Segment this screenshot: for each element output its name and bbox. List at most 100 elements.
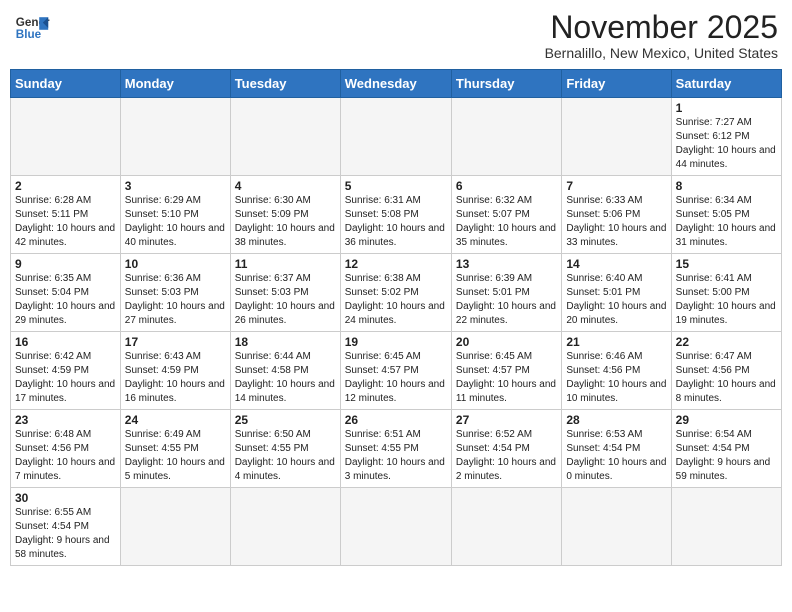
calendar-cell: 22Sunrise: 6:47 AM Sunset: 4:56 PM Dayli…	[671, 332, 781, 410]
calendar-cell: 14Sunrise: 6:40 AM Sunset: 5:01 PM Dayli…	[562, 254, 671, 332]
day-number: 22	[676, 335, 777, 349]
calendar-cell	[340, 98, 451, 176]
calendar-cell: 13Sunrise: 6:39 AM Sunset: 5:01 PM Dayli…	[451, 254, 561, 332]
calendar-cell: 28Sunrise: 6:53 AM Sunset: 4:54 PM Dayli…	[562, 410, 671, 488]
day-number: 9	[15, 257, 116, 271]
day-number: 19	[345, 335, 447, 349]
day-info: Sunrise: 6:45 AM Sunset: 4:57 PM Dayligh…	[345, 350, 447, 406]
calendar-cell	[451, 98, 561, 176]
day-number: 27	[456, 413, 557, 427]
calendar-week-0: 1Sunrise: 7:27 AM Sunset: 6:12 PM Daylig…	[11, 98, 782, 176]
calendar-cell: 30Sunrise: 6:55 AM Sunset: 4:54 PM Dayli…	[11, 488, 121, 566]
day-number: 21	[566, 335, 666, 349]
calendar-cell	[562, 488, 671, 566]
calendar-cell: 4Sunrise: 6:30 AM Sunset: 5:09 PM Daylig…	[230, 176, 340, 254]
calendar-week-1: 2Sunrise: 6:28 AM Sunset: 5:11 PM Daylig…	[11, 176, 782, 254]
day-info: Sunrise: 6:53 AM Sunset: 4:54 PM Dayligh…	[566, 428, 666, 484]
col-header-tuesday: Tuesday	[230, 70, 340, 98]
col-header-friday: Friday	[562, 70, 671, 98]
day-info: Sunrise: 6:42 AM Sunset: 4:59 PM Dayligh…	[15, 350, 116, 406]
calendar-cell: 20Sunrise: 6:45 AM Sunset: 4:57 PM Dayli…	[451, 332, 561, 410]
logo-icon: General Blue	[14, 10, 50, 46]
day-number: 13	[456, 257, 557, 271]
day-number: 18	[235, 335, 336, 349]
calendar-week-5: 30Sunrise: 6:55 AM Sunset: 4:54 PM Dayli…	[11, 488, 782, 566]
calendar-cell: 26Sunrise: 6:51 AM Sunset: 4:55 PM Dayli…	[340, 410, 451, 488]
calendar-cell	[562, 98, 671, 176]
calendar-week-3: 16Sunrise: 6:42 AM Sunset: 4:59 PM Dayli…	[11, 332, 782, 410]
day-number: 5	[345, 179, 447, 193]
calendar-cell	[120, 98, 230, 176]
day-info: Sunrise: 6:36 AM Sunset: 5:03 PM Dayligh…	[125, 272, 226, 328]
day-number: 24	[125, 413, 226, 427]
calendar-cell: 5Sunrise: 6:31 AM Sunset: 5:08 PM Daylig…	[340, 176, 451, 254]
calendar-cell: 7Sunrise: 6:33 AM Sunset: 5:06 PM Daylig…	[562, 176, 671, 254]
calendar-cell: 6Sunrise: 6:32 AM Sunset: 5:07 PM Daylig…	[451, 176, 561, 254]
day-info: Sunrise: 6:48 AM Sunset: 4:56 PM Dayligh…	[15, 428, 116, 484]
calendar-cell	[230, 98, 340, 176]
calendar-cell: 2Sunrise: 6:28 AM Sunset: 5:11 PM Daylig…	[11, 176, 121, 254]
calendar: SundayMondayTuesdayWednesdayThursdayFrid…	[10, 69, 782, 566]
day-info: Sunrise: 6:47 AM Sunset: 4:56 PM Dayligh…	[676, 350, 777, 406]
header: General Blue November 2025 Bernalillo, N…	[10, 10, 782, 61]
calendar-cell: 21Sunrise: 6:46 AM Sunset: 4:56 PM Dayli…	[562, 332, 671, 410]
day-number: 23	[15, 413, 116, 427]
col-header-sunday: Sunday	[11, 70, 121, 98]
day-info: Sunrise: 6:44 AM Sunset: 4:58 PM Dayligh…	[235, 350, 336, 406]
day-info: Sunrise: 6:34 AM Sunset: 5:05 PM Dayligh…	[676, 194, 777, 250]
day-info: Sunrise: 6:41 AM Sunset: 5:00 PM Dayligh…	[676, 272, 777, 328]
calendar-cell: 11Sunrise: 6:37 AM Sunset: 5:03 PM Dayli…	[230, 254, 340, 332]
calendar-week-2: 9Sunrise: 6:35 AM Sunset: 5:04 PM Daylig…	[11, 254, 782, 332]
title-area: November 2025 Bernalillo, New Mexico, Un…	[545, 10, 778, 61]
day-number: 16	[15, 335, 116, 349]
day-info: Sunrise: 6:52 AM Sunset: 4:54 PM Dayligh…	[456, 428, 557, 484]
calendar-cell: 24Sunrise: 6:49 AM Sunset: 4:55 PM Dayli…	[120, 410, 230, 488]
day-number: 17	[125, 335, 226, 349]
svg-text:Blue: Blue	[16, 28, 42, 41]
day-info: Sunrise: 6:54 AM Sunset: 4:54 PM Dayligh…	[676, 428, 777, 484]
day-number: 6	[456, 179, 557, 193]
calendar-cell: 23Sunrise: 6:48 AM Sunset: 4:56 PM Dayli…	[11, 410, 121, 488]
calendar-cell: 18Sunrise: 6:44 AM Sunset: 4:58 PM Dayli…	[230, 332, 340, 410]
day-info: Sunrise: 6:46 AM Sunset: 4:56 PM Dayligh…	[566, 350, 666, 406]
day-info: Sunrise: 6:28 AM Sunset: 5:11 PM Dayligh…	[15, 194, 116, 250]
calendar-cell: 15Sunrise: 6:41 AM Sunset: 5:00 PM Dayli…	[671, 254, 781, 332]
day-number: 7	[566, 179, 666, 193]
day-info: Sunrise: 6:30 AM Sunset: 5:09 PM Dayligh…	[235, 194, 336, 250]
calendar-cell: 25Sunrise: 6:50 AM Sunset: 4:55 PM Dayli…	[230, 410, 340, 488]
calendar-week-4: 23Sunrise: 6:48 AM Sunset: 4:56 PM Dayli…	[11, 410, 782, 488]
day-info: Sunrise: 6:37 AM Sunset: 5:03 PM Dayligh…	[235, 272, 336, 328]
calendar-cell	[230, 488, 340, 566]
day-number: 28	[566, 413, 666, 427]
calendar-cell	[120, 488, 230, 566]
day-info: Sunrise: 6:29 AM Sunset: 5:10 PM Dayligh…	[125, 194, 226, 250]
day-info: Sunrise: 6:32 AM Sunset: 5:07 PM Dayligh…	[456, 194, 557, 250]
logo: General Blue	[14, 10, 50, 46]
day-info: Sunrise: 6:55 AM Sunset: 4:54 PM Dayligh…	[15, 506, 116, 562]
day-info: Sunrise: 6:45 AM Sunset: 4:57 PM Dayligh…	[456, 350, 557, 406]
calendar-cell: 17Sunrise: 6:43 AM Sunset: 4:59 PM Dayli…	[120, 332, 230, 410]
col-header-monday: Monday	[120, 70, 230, 98]
day-number: 11	[235, 257, 336, 271]
day-info: Sunrise: 7:27 AM Sunset: 6:12 PM Dayligh…	[676, 116, 777, 172]
day-info: Sunrise: 6:35 AM Sunset: 5:04 PM Dayligh…	[15, 272, 116, 328]
day-number: 2	[15, 179, 116, 193]
day-info: Sunrise: 6:33 AM Sunset: 5:06 PM Dayligh…	[566, 194, 666, 250]
location: Bernalillo, New Mexico, United States	[545, 45, 778, 61]
calendar-cell: 27Sunrise: 6:52 AM Sunset: 4:54 PM Dayli…	[451, 410, 561, 488]
day-number: 26	[345, 413, 447, 427]
calendar-cell: 16Sunrise: 6:42 AM Sunset: 4:59 PM Dayli…	[11, 332, 121, 410]
day-number: 10	[125, 257, 226, 271]
day-number: 25	[235, 413, 336, 427]
day-info: Sunrise: 6:40 AM Sunset: 5:01 PM Dayligh…	[566, 272, 666, 328]
day-number: 12	[345, 257, 447, 271]
day-info: Sunrise: 6:43 AM Sunset: 4:59 PM Dayligh…	[125, 350, 226, 406]
calendar-cell	[11, 98, 121, 176]
day-number: 8	[676, 179, 777, 193]
calendar-cell	[340, 488, 451, 566]
day-info: Sunrise: 6:39 AM Sunset: 5:01 PM Dayligh…	[456, 272, 557, 328]
calendar-cell: 12Sunrise: 6:38 AM Sunset: 5:02 PM Dayli…	[340, 254, 451, 332]
day-number: 15	[676, 257, 777, 271]
calendar-cell	[671, 488, 781, 566]
day-number: 20	[456, 335, 557, 349]
